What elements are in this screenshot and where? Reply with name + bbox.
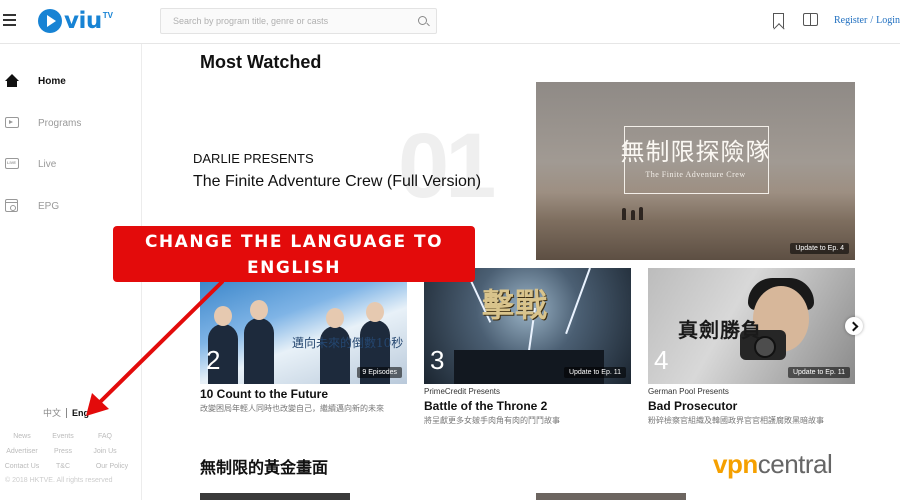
logo-suffix: TV	[102, 11, 113, 20]
lang-english[interactable]: Eng	[72, 408, 89, 418]
card-thumbnail[interactable]: 擊戰 3 Update to Ep. 11	[424, 268, 631, 384]
footer-link-tc[interactable]: T&C	[44, 463, 82, 470]
calendar-icon	[5, 199, 19, 213]
sidebar-item-label: Programs	[38, 117, 82, 129]
language-switcher: 中文 Eng	[43, 406, 89, 419]
watermark-part-b: central	[757, 449, 833, 479]
tv-icon	[5, 117, 19, 131]
footer-link-news[interactable]: News	[0, 433, 44, 440]
logo-text: viu	[64, 8, 102, 34]
sidebar-item-label: EPG	[38, 200, 60, 212]
sidebar-item-label: Home	[38, 75, 66, 87]
footer-link-events[interactable]: Events	[44, 433, 82, 440]
section-title-2: 無制限的黃金畫面	[200, 458, 329, 477]
search-input[interactable]	[161, 9, 401, 33]
hero-title[interactable]: The Finite Adventure Crew (Full Version)	[193, 173, 481, 191]
status-badge: 9 Episodes	[357, 367, 402, 378]
login-link[interactable]: Login	[876, 15, 900, 26]
hero-image-title-cn: 無制限探險隊	[620, 138, 771, 166]
row-thumbnail-peek[interactable]	[536, 493, 686, 500]
card-thumbnail[interactable]: 邁向未來的倒數10秒 2 9 Episodes	[200, 268, 407, 384]
card-image-text: 真劍勝負	[678, 318, 762, 342]
card-image-text: 擊戰	[482, 286, 549, 324]
hero-thumbnail[interactable]: 無制限探險隊 The Finite Adventure Crew Update …	[536, 82, 855, 260]
card-image-text: 邁向未來的倒數10秒	[292, 336, 404, 350]
card-title[interactable]: 10 Count to the Future	[200, 387, 328, 401]
register-link[interactable]: Register	[834, 15, 867, 26]
search-box	[160, 8, 437, 34]
home-icon	[5, 74, 19, 88]
top-header: viu TV Register/Login	[0, 0, 900, 44]
card-description: 粉碎檢察官組織及韓國政界官官相護腐敗黑暗故事	[648, 416, 824, 425]
auth-links: Register / Login	[834, 15, 900, 26]
card-thumbnail[interactable]: 真劍勝負 4 Update to Ep. 11	[648, 268, 855, 384]
viutv-logo[interactable]: viu TV	[38, 8, 113, 34]
footer-link-join-us[interactable]: Join Us	[82, 448, 128, 455]
footer-link-press[interactable]: Press	[44, 448, 82, 455]
status-badge: Update to Ep. 11	[563, 367, 626, 378]
sidebar-item-live[interactable]: Live	[0, 152, 142, 176]
card-presenter: German Pool Presents	[648, 387, 729, 396]
card-description: 將呈獻更多女皴手肉角有肉的鬥鬥故事	[424, 416, 560, 425]
hero-image-title-en: The Finite Adventure Crew	[645, 170, 746, 179]
hero-figures	[622, 206, 646, 220]
card-title[interactable]: Bad Prosecutor	[648, 399, 737, 413]
status-badge: Update to Ep. 4	[790, 243, 849, 254]
program-card[interactable]: 邁向未來的倒數10秒 2 9 Episodes 10 Count to the …	[200, 268, 407, 413]
section-title: Most Watched	[200, 52, 322, 72]
play-icon	[38, 9, 62, 33]
annotation-line-1: CHANGE THE LANGUAGE TO	[144, 232, 444, 252]
sidebar-item-epg[interactable]: EPG	[0, 194, 142, 218]
lang-chinese[interactable]: 中文	[43, 406, 61, 419]
watermark-logo: vpncentral	[713, 449, 833, 479]
watermark-part-a: vpn	[713, 449, 758, 479]
footer-links: News Events FAQ Advertiser Press Join Us…	[0, 429, 142, 474]
status-badge: Update to Ep. 11	[787, 367, 850, 378]
copyright: © 2018 HKTVE. All rights reserved	[5, 477, 113, 484]
card-rank: 3	[430, 345, 445, 375]
footer-link-faq[interactable]: FAQ	[82, 433, 128, 440]
sidebar-item-programs[interactable]: Programs	[0, 111, 142, 135]
program-card[interactable]: 擊戰 3 Update to Ep. 11 PrimeCredit Presen…	[424, 268, 631, 425]
card-rank: 2	[206, 345, 221, 375]
hero-rank: 01	[398, 115, 496, 217]
book-icon[interactable]	[803, 13, 819, 27]
card-rank: 4	[654, 345, 669, 375]
sidebar-item-home[interactable]: Home	[0, 69, 142, 93]
hero-presenter: DARLIE PRESENTS	[193, 151, 314, 166]
sidebar-item-label: Live	[38, 158, 57, 170]
auth-separator: /	[870, 15, 874, 26]
card-title[interactable]: Battle of the Throne 2	[424, 399, 547, 413]
row-thumbnail-peek[interactable]	[200, 493, 350, 500]
annotation-line-2: ENGLISH	[247, 258, 341, 278]
footer-link-contact-us[interactable]: Contact Us	[0, 463, 44, 470]
card-presenter: PrimeCredit Presents	[424, 387, 501, 396]
card-description: 改變困局年輕人同時也改變自己，繼續邁向新的未來	[200, 404, 384, 413]
program-card[interactable]: 真劍勝負 4 Update to Ep. 11 German Pool Pres…	[648, 268, 855, 425]
live-icon	[5, 158, 19, 172]
chevron-right-icon[interactable]	[845, 317, 863, 335]
bookmark-icon[interactable]	[773, 13, 784, 28]
search-icon[interactable]	[418, 16, 427, 25]
footer-link-advertiser[interactable]: Advertiser	[0, 448, 44, 455]
hamburger-icon[interactable]	[3, 14, 16, 26]
lang-divider	[66, 407, 68, 418]
footer-link-policy[interactable]: Our Policy	[82, 463, 142, 470]
annotation-callout: CHANGE THE LANGUAGE TO ENGLISH	[113, 226, 475, 282]
